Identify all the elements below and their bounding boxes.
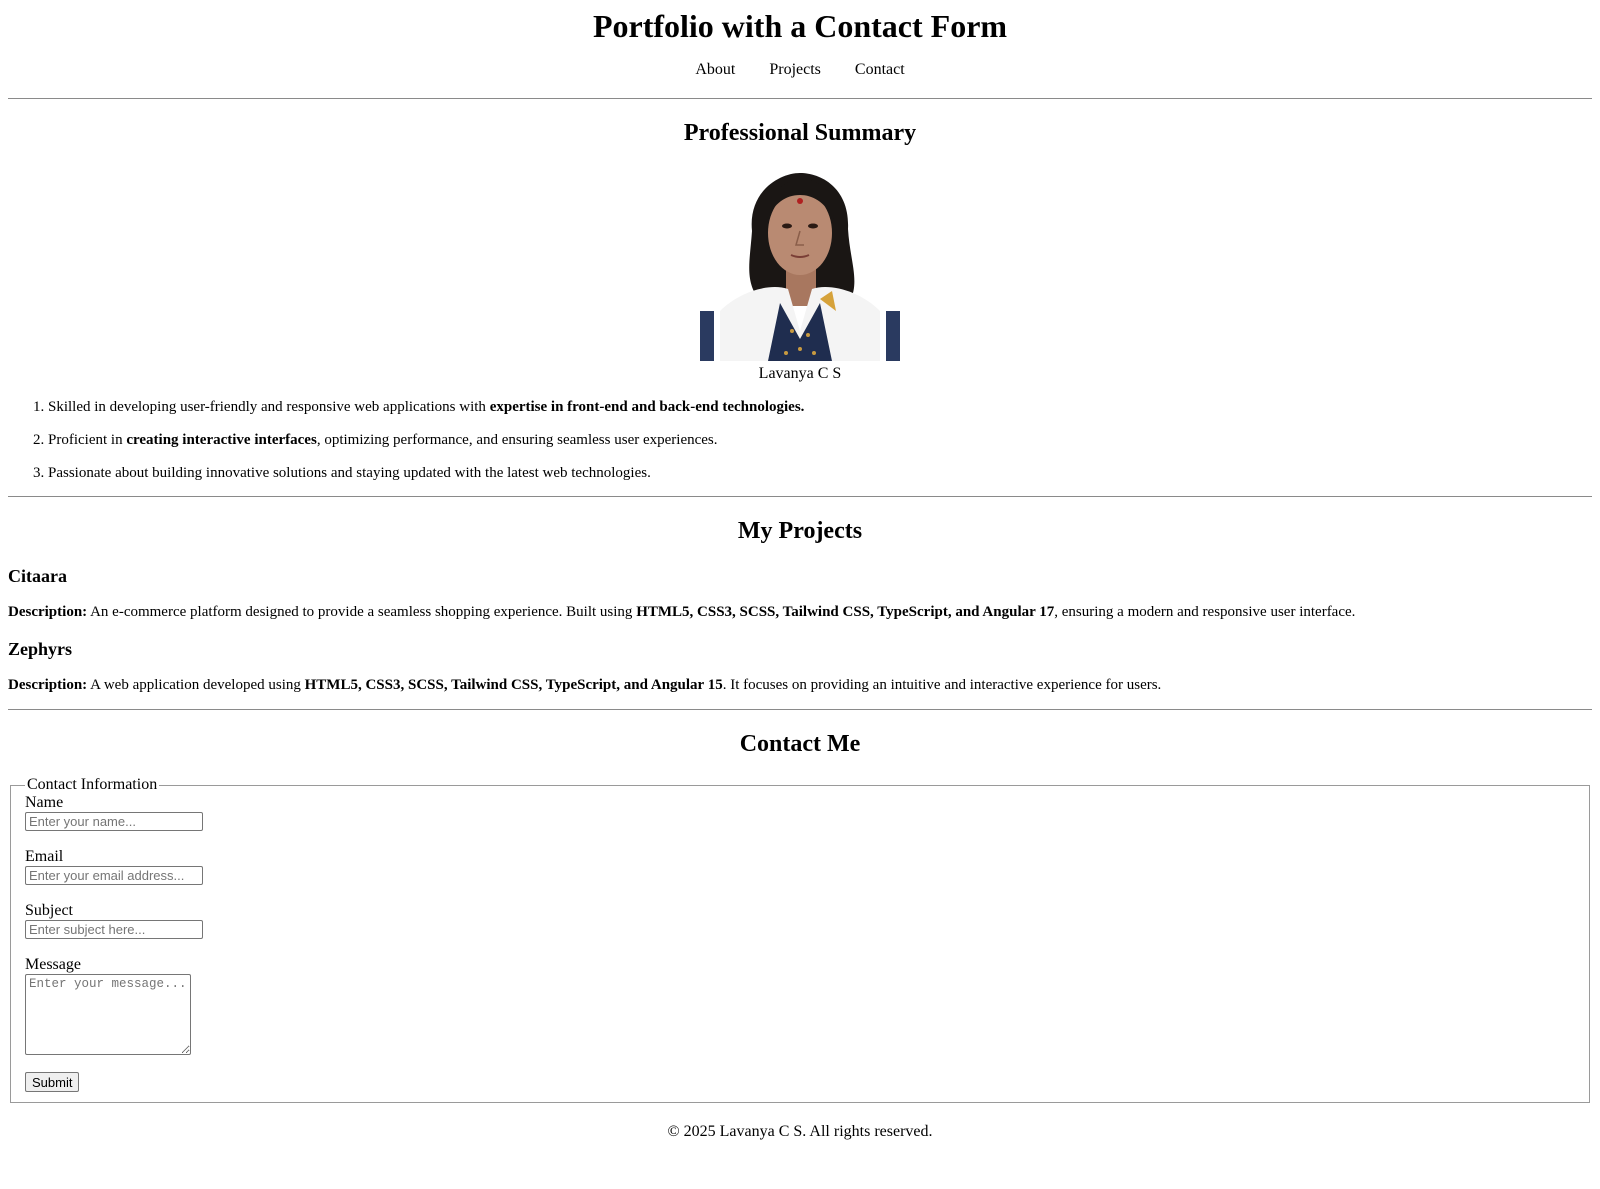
page-title: Portfolio with a Contact Form — [592, 8, 1008, 44]
project-item: Zephyrs Description: A web application d… — [8, 639, 1592, 694]
profile-photo-illustration — [700, 171, 900, 361]
profile-photo-wrap: Lavanya C S — [8, 171, 1592, 383]
project-description: Description: A web application developed… — [8, 677, 1162, 693]
name-input[interactable] — [25, 812, 203, 831]
contact-fieldset: Contact Information Name Email Subject M… — [10, 776, 1590, 1103]
projects-heading: My Projects — [737, 518, 863, 544]
subject-input[interactable] — [25, 920, 203, 939]
summary-list: Skilled in developing user-friendly and … — [8, 398, 1592, 482]
summary-item: Proficient in creating interactive inter… — [48, 431, 1592, 449]
summary-item: Skilled in developing user-friendly and … — [48, 398, 1592, 416]
submit-button[interactable]: Submit — [25, 1072, 80, 1092]
profile-name: Lavanya C S — [758, 365, 842, 382]
message-label: Message — [25, 956, 81, 973]
profile-photo — [700, 171, 900, 361]
footer-copyright: © 2025 Lavanya C S. All rights reserved. — [667, 1123, 933, 1140]
summary-section: Professional Summary Lavanya C S 1. Skil… — [8, 119, 1592, 482]
project-description: Description: An e-commerce platform desi… — [8, 604, 1356, 620]
project-name: Zephyrs — [8, 639, 73, 659]
name-label: Name — [25, 794, 64, 811]
nav-link-projects[interactable]: Projects — [769, 61, 821, 79]
contact-heading: Contact Me — [739, 731, 861, 757]
message-textarea[interactable] — [25, 974, 191, 1055]
contact-legend: Contact Information — [27, 776, 158, 793]
submit-row: Submit — [25, 1072, 1575, 1092]
divider — [8, 709, 1592, 710]
nav-link-about[interactable]: About — [695, 61, 735, 79]
project-item: Citaara Description: An e-commerce platf… — [8, 566, 1592, 621]
subject-label: Subject — [25, 902, 73, 919]
contact-form: Contact Information Name Email Subject M… — [8, 776, 1592, 1103]
summary-item: Passionate about building innovative sol… — [48, 464, 1592, 482]
main-nav: About Projects Contact — [8, 61, 1592, 83]
email-input[interactable] — [25, 866, 203, 885]
summary-heading: Professional Summary — [683, 120, 917, 146]
project-name: Citaara — [8, 566, 67, 586]
projects-section: My Projects Citaara Description: An e-co… — [8, 517, 1592, 694]
email-label: Email — [25, 848, 64, 865]
contact-section: Contact Me Contact Information Name Emai… — [8, 730, 1592, 1103]
divider — [8, 496, 1592, 497]
divider — [8, 98, 1592, 99]
nav-link-contact[interactable]: Contact — [855, 61, 905, 79]
